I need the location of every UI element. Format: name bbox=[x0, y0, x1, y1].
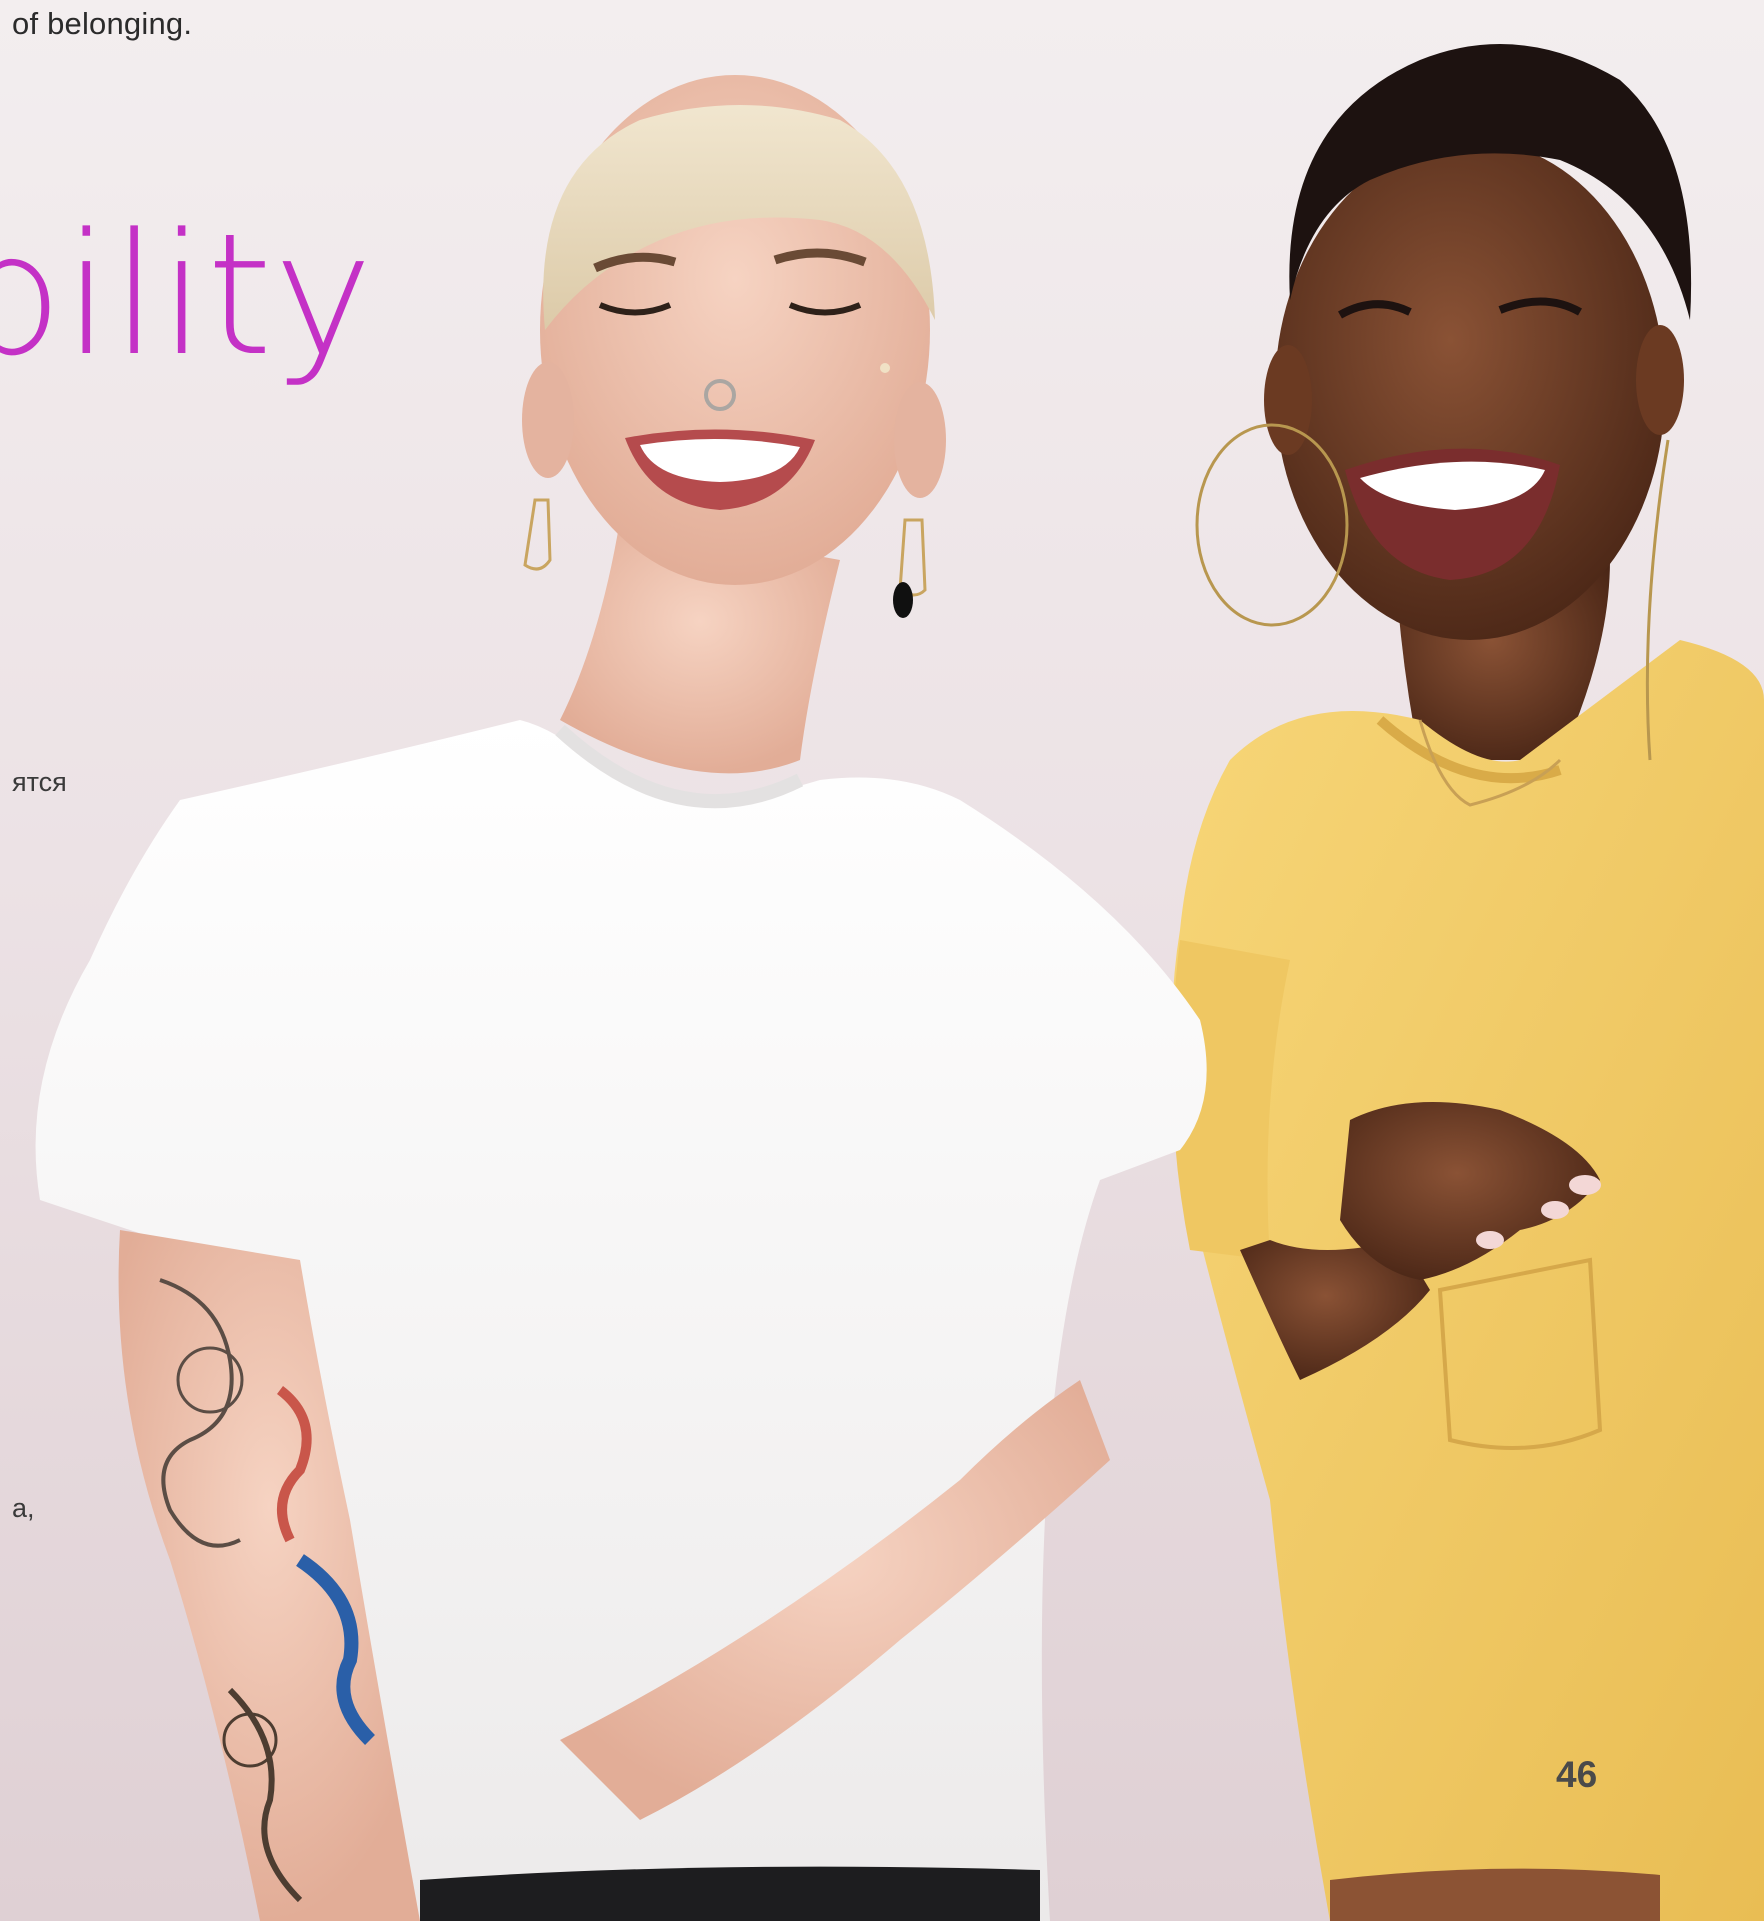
page-number: 46 bbox=[1556, 1754, 1598, 1795]
body-text-snippet-cyrillic-2: а, bbox=[12, 1493, 35, 1523]
section-headline: bility bbox=[0, 197, 374, 393]
jeans-left bbox=[420, 1866, 1040, 1921]
belt-right bbox=[1330, 1868, 1660, 1921]
body-text-snippet: of belonging. bbox=[12, 6, 193, 41]
woman-right bbox=[1172, 44, 1764, 1921]
body-text-snippet-cyrillic-1: ятся bbox=[12, 767, 67, 797]
